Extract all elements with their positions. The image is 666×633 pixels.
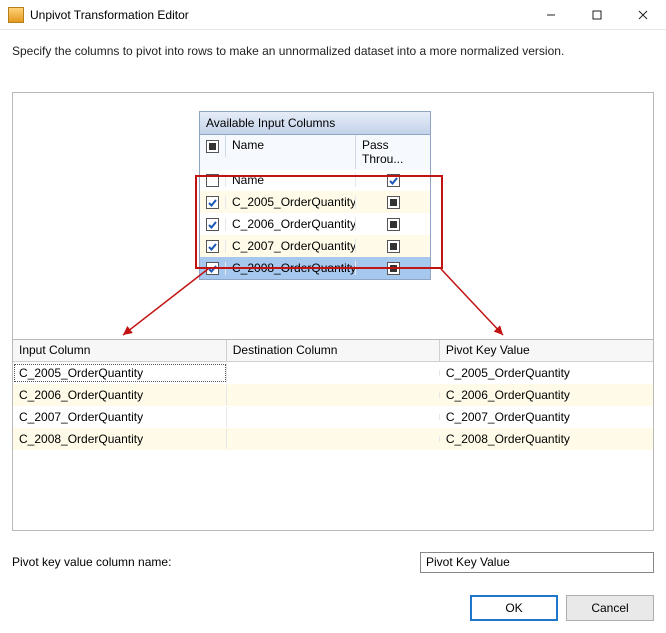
pivot-key-label: Pivot key value column name:	[12, 555, 420, 569]
available-input-columns: Available Input Columns Name Pass Throu.…	[199, 111, 431, 280]
mapping-row[interactable]: C_2005_OrderQuantity C_2005_OrderQuantity	[13, 362, 653, 384]
mapping-row[interactable]: C_2007_OrderQuantity C_2007_OrderQuantity	[13, 406, 653, 428]
row-select-checkbox[interactable]	[200, 262, 226, 275]
column-name-cell: C_2006_OrderQuantity	[226, 217, 356, 231]
header-pass-through[interactable]: Pass Throu...	[356, 135, 430, 169]
checkbox-checked-icon	[206, 240, 219, 253]
mapping-input-cell[interactable]: C_2005_OrderQuantity	[13, 363, 227, 383]
header-pivot-key-value[interactable]: Pivot Key Value	[440, 340, 653, 361]
select-all-checkbox[interactable]	[200, 135, 226, 157]
app-icon	[8, 7, 24, 23]
dialog-buttons: OK Cancel	[470, 595, 654, 621]
mapping-pivot-cell[interactable]: C_2008_OrderQuantity	[440, 429, 653, 449]
arrow-left	[113, 263, 213, 343]
available-columns-header: Name Pass Throu...	[199, 135, 431, 169]
mapping-pivot-cell[interactable]: C_2007_OrderQuantity	[440, 407, 653, 427]
checkbox-unchecked-icon	[206, 174, 219, 187]
available-column-row[interactable]: C_2008_OrderQuantity	[200, 257, 430, 279]
available-column-row[interactable]: Name	[200, 169, 430, 191]
mapping-destination-cell[interactable]	[227, 370, 440, 376]
header-input-column[interactable]: Input Column	[13, 340, 227, 361]
window-title: Unpivot Transformation Editor	[30, 8, 189, 22]
header-name[interactable]: Name	[226, 135, 356, 169]
close-button[interactable]	[620, 0, 666, 30]
arrow-right	[433, 263, 533, 343]
checkbox-tri-icon	[206, 140, 219, 153]
mapping-grid: Input Column Destination Column Pivot Ke…	[13, 339, 653, 530]
minimize-button[interactable]	[528, 0, 574, 30]
column-name-cell: C_2008_OrderQuantity	[226, 261, 356, 275]
pivot-key-input[interactable]	[420, 552, 654, 573]
pass-through-checkbox[interactable]	[356, 174, 430, 187]
checkbox-tri-icon	[387, 262, 400, 275]
mapping-input-cell[interactable]: C_2007_OrderQuantity	[13, 407, 227, 427]
mapping-destination-cell[interactable]	[227, 436, 440, 442]
maximize-button[interactable]	[574, 0, 620, 30]
row-select-checkbox[interactable]	[200, 240, 226, 253]
checkbox-tri-icon	[387, 218, 400, 231]
pass-through-checkbox[interactable]	[356, 262, 430, 275]
editor-panel: Available Input Columns Name Pass Throu.…	[12, 92, 654, 531]
mapping-destination-cell[interactable]	[227, 392, 440, 398]
mapping-row[interactable]: C_2006_OrderQuantity C_2006_OrderQuantity	[13, 384, 653, 406]
pass-through-checkbox[interactable]	[356, 240, 430, 253]
checkbox-checked-icon	[206, 262, 219, 275]
row-select-checkbox[interactable]	[200, 174, 226, 187]
mapping-input-cell[interactable]: C_2006_OrderQuantity	[13, 385, 227, 405]
checkbox-tri-icon	[387, 240, 400, 253]
column-name-cell: C_2007_OrderQuantity	[226, 239, 356, 253]
available-column-row[interactable]: C_2006_OrderQuantity	[200, 213, 430, 235]
ok-button[interactable]: OK	[470, 595, 558, 621]
checkbox-checked-icon	[206, 196, 219, 209]
row-select-checkbox[interactable]	[200, 218, 226, 231]
checkbox-checked-icon	[387, 174, 400, 187]
column-name-cell: C_2005_OrderQuantity	[226, 195, 356, 209]
cancel-button[interactable]: Cancel	[566, 595, 654, 621]
pass-through-checkbox[interactable]	[356, 196, 430, 209]
pass-through-checkbox[interactable]	[356, 218, 430, 231]
mapping-pivot-cell[interactable]: C_2006_OrderQuantity	[440, 385, 653, 405]
available-columns-title: Available Input Columns	[199, 111, 431, 135]
available-column-row[interactable]: C_2005_OrderQuantity	[200, 191, 430, 213]
mapping-pivot-cell[interactable]: C_2005_OrderQuantity	[440, 363, 653, 383]
column-name-cell: Name	[226, 173, 356, 187]
mapping-input-cell[interactable]: C_2008_OrderQuantity	[13, 429, 227, 449]
mapping-row[interactable]: C_2008_OrderQuantity C_2008_OrderQuantity	[13, 428, 653, 450]
pivot-key-row: Pivot key value column name:	[12, 547, 654, 577]
titlebar: Unpivot Transformation Editor	[0, 0, 666, 30]
checkbox-checked-icon	[206, 218, 219, 231]
mapping-header: Input Column Destination Column Pivot Ke…	[13, 340, 653, 362]
available-column-row[interactable]: C_2007_OrderQuantity	[200, 235, 430, 257]
instruction-text: Specify the columns to pivot into rows t…	[0, 30, 666, 64]
mapping-destination-cell[interactable]	[227, 414, 440, 420]
header-destination-column[interactable]: Destination Column	[227, 340, 440, 361]
row-select-checkbox[interactable]	[200, 196, 226, 209]
checkbox-tri-icon	[387, 196, 400, 209]
